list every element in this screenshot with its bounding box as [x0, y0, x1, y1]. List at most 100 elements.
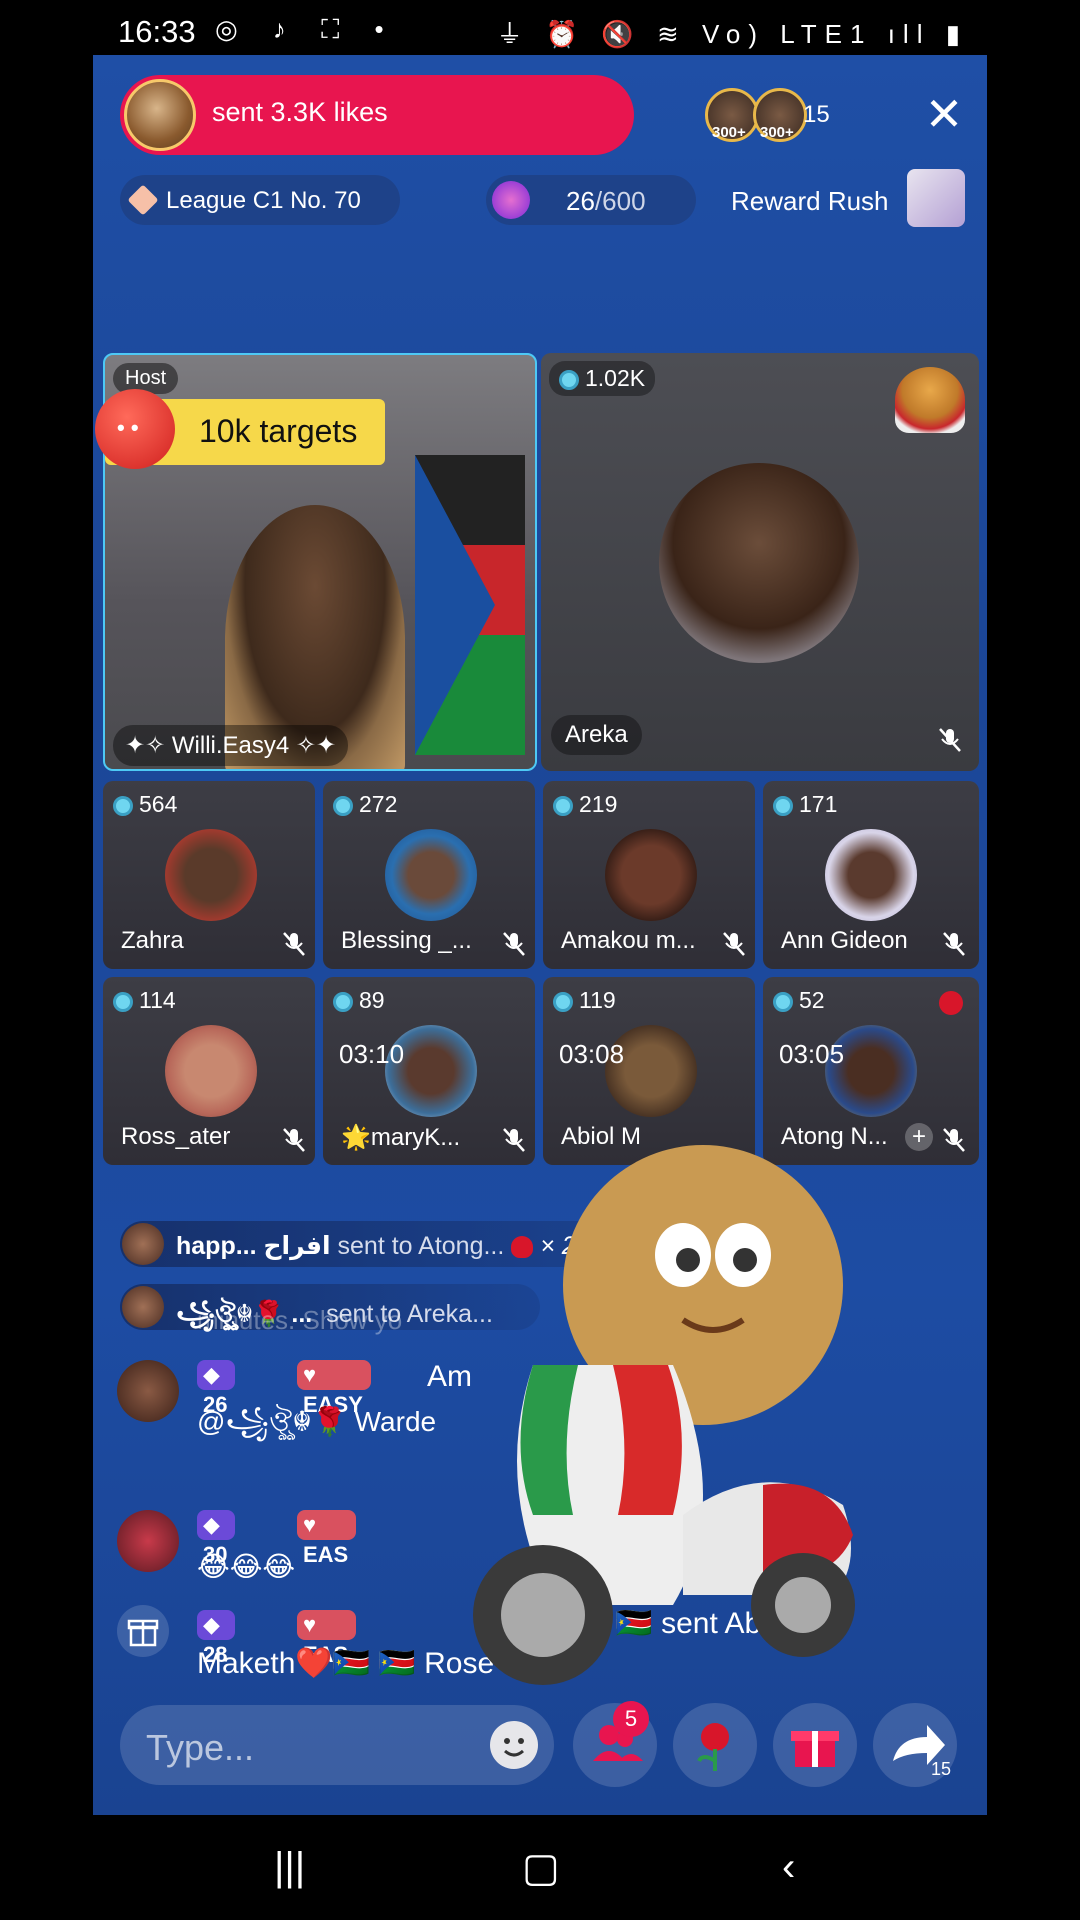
tomato-mascot-icon: • • [95, 389, 175, 469]
guest-tile[interactable]: 219 Amakou m... [543, 781, 755, 969]
status-notification-icons: ◎ ♪ ⛶ • [215, 14, 398, 44]
gift-icon [791, 1731, 839, 1767]
flag-triangle [415, 455, 495, 755]
mic-muted-icon [503, 1128, 525, 1152]
guest-name: Abiol M [561, 1123, 642, 1150]
rose-icon [697, 1723, 729, 1771]
gem-icon [559, 369, 579, 390]
home-icon[interactable]: ▢ [522, 1845, 560, 1891]
guest-name: 🌟maryK... [341, 1124, 461, 1151]
status-time: 16:33 [118, 14, 196, 49]
gem-count: 171 [773, 791, 837, 818]
rose-gift-button[interactable] [673, 1703, 757, 1787]
mic-muted-icon [723, 932, 745, 956]
live-stream-screen: sent 3.3K likes 300+ 300+ 15 ✕ League C1… [93, 55, 987, 1815]
level-badge: ◆ 28 [197, 1610, 236, 1667]
avatar [605, 829, 697, 921]
chat-message: 😂😂😂 [197, 1551, 296, 1582]
avatar [122, 1223, 164, 1265]
comment-input[interactable]: Type... [120, 1705, 554, 1785]
add-icon[interactable]: + [905, 1123, 933, 1151]
top-viewer-avatar-2[interactable]: 300+ [753, 88, 807, 142]
emoji-icon[interactable] [490, 1721, 538, 1769]
guest-name: Blessing _... [341, 927, 472, 954]
guest-tile[interactable]: 564 Zahra [103, 781, 315, 969]
viewer-badge: 300+ [712, 124, 746, 141]
avatar [165, 829, 257, 921]
likes-notification[interactable]: sent 3.3K likes [120, 75, 634, 155]
recent-apps-icon[interactable]: ||| [274, 1845, 305, 1890]
top-viewer-avatar-1[interactable]: 300+ [705, 88, 759, 142]
guest-name: Atong N... [781, 1123, 888, 1150]
guest-tile-areka[interactable]: 1.02K Areka [541, 353, 979, 771]
guest-name: Ross_ater [121, 1123, 231, 1150]
rose-icon [939, 991, 963, 1015]
heart-gem-icon [492, 181, 530, 219]
guest-tile[interactable]: 119 03:08 Abiol M [543, 977, 755, 1165]
mic-muted-icon [939, 728, 961, 752]
targets-banner[interactable]: • • 10k targets [95, 389, 385, 469]
status-system-icons: ⏚ ⏰ 🔇 ≋ Vo) LTE1 ıll ▮ [496, 19, 968, 49]
sender-avatar [124, 79, 196, 151]
chat-message: appiness 🇸🇸 sent Abiol [487, 1607, 792, 1640]
targets-text: 10k targets [199, 413, 358, 449]
league-text: League C1 No. 70 [166, 187, 361, 214]
fan-badge: ♥ EASY [297, 1360, 371, 1417]
fan-badge: ♥ EAS [297, 1510, 357, 1567]
countdown-timer: 03:08 [559, 1039, 625, 1069]
gift-text: happ... افراح sent to Atong... × 2 [176, 1232, 576, 1260]
mic-muted-icon [943, 932, 965, 956]
avatar[interactable] [117, 1510, 179, 1572]
league-badge[interactable]: League C1 No. 70 [120, 175, 400, 225]
scooter-icon [895, 367, 965, 433]
back-icon[interactable]: ‹ [782, 1845, 795, 1890]
guest-tile[interactable]: 52 03:05 Atong N... + [763, 977, 979, 1165]
reward-rush-thumbnail[interactable] [907, 169, 965, 227]
guest-tile[interactable]: 272 Blessing _... [323, 781, 535, 969]
level-badge: ◆ 26 [197, 1360, 236, 1417]
avatar[interactable] [117, 1360, 179, 1422]
guest-tile[interactable]: 89 03:10 🌟maryK... [323, 977, 535, 1165]
status-bar: 16:33 ◎ ♪ ⛶ • ⏚ ⏰ 🔇 ≋ Vo) LTE1 ıll ▮ [0, 0, 1080, 62]
progress-text: 26/600 [566, 186, 646, 216]
guest-name: Ann Gideon [781, 927, 908, 954]
goal-progress[interactable]: 26/600 [486, 175, 696, 225]
comment-placeholder: Type... [146, 1727, 255, 1768]
rose-icon [511, 1236, 534, 1259]
guest-name: Amakou m... [561, 927, 696, 954]
chat-message: @꧁ঔৣ☬🌹 Warde [197, 1406, 437, 1437]
mic-muted-icon [283, 932, 305, 956]
gem-count: 89 [333, 987, 385, 1014]
chat-message-line2: Maketh❤️🇸🇸 🇸🇸 Rose 🌹 ×2 [197, 1647, 583, 1680]
viewer-count[interactable]: 15 [803, 101, 830, 129]
host-label: Host [113, 363, 179, 394]
gem-count: 52 [773, 987, 825, 1014]
viewer-badge: 300+ [760, 124, 794, 141]
gift-button[interactable] [773, 1703, 857, 1787]
avatar [385, 829, 477, 921]
guest-tile[interactable]: 171 Ann Gideon [763, 781, 979, 969]
mic-muted-icon [943, 1128, 965, 1152]
countdown-timer: 03:05 [779, 1039, 845, 1069]
mic-muted-icon [283, 1128, 305, 1152]
guest-name: Areka [551, 715, 642, 755]
share-count: 15 [931, 1759, 952, 1779]
gem-count: 114 [113, 987, 176, 1014]
gem-count: 119 [553, 987, 616, 1014]
countdown-timer: 03:10 [339, 1039, 405, 1069]
fan-badge: ♥ EAS [297, 1610, 357, 1667]
gift-box-button[interactable] [117, 1605, 169, 1657]
gift-box-icon [127, 1619, 159, 1647]
diamond-icon [127, 184, 159, 216]
chat-faded-line: minutes. Show yo [197, 1305, 403, 1335]
host-name: ✦✧ Willi.Easy4 ✧✦ [113, 725, 349, 766]
close-icon[interactable]: ✕ [921, 91, 967, 137]
reward-rush-label[interactable]: Reward Rush [731, 186, 889, 217]
mic-muted-icon [503, 932, 525, 956]
chat-username: Am [427, 1360, 472, 1393]
gem-count: 272 [333, 791, 397, 818]
chat-message-tail: th [617, 1400, 643, 1433]
level-badge: ◆ 30 [197, 1510, 236, 1567]
guest-tile[interactable]: 114 Ross_ater [103, 977, 315, 1165]
likes-text: sent 3.3K likes [212, 97, 388, 127]
